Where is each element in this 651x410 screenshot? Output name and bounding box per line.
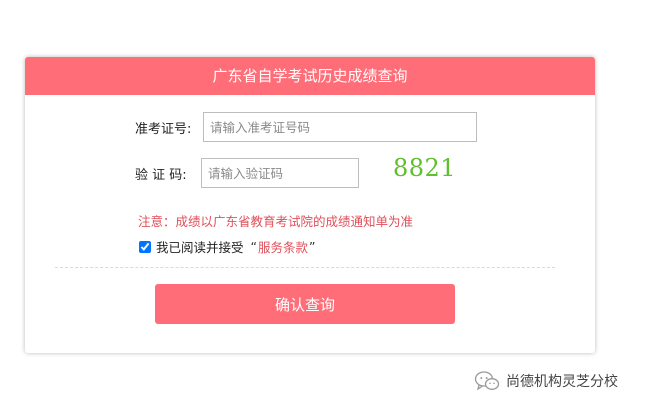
ticket-number-label: 准考证号: — [135, 121, 192, 137]
watermark: 尚德机构灵芝分校 — [474, 370, 618, 392]
verification-code-input[interactable] — [201, 158, 359, 188]
divider — [55, 267, 555, 268]
notice-text: 注意：成绩以广东省教育考试院的成绩通知单为准 — [138, 214, 414, 229]
agree-terms: 我已阅读并接受 “ 服务条款 ” — [138, 237, 317, 256]
submit-button[interactable]: 确认查询 — [155, 284, 455, 324]
page-title: 广东省自学考试历史成绩查询 — [212, 67, 408, 85]
ticket-number-input[interactable] — [203, 112, 477, 142]
watermark-text: 尚德机构灵芝分校 — [506, 374, 618, 390]
quote-close: ” — [309, 239, 316, 254]
captcha-image[interactable]: 8821 — [393, 154, 456, 182]
wechat-icon — [474, 371, 500, 391]
query-card: 广东省自学考试历史成绩查询 准考证号: 验 证 码: 8821 注意：成绩以广东… — [25, 57, 595, 353]
agree-checkbox[interactable] — [139, 240, 151, 253]
page: 广东省自学考试历史成绩查询 准考证号: 验 证 码: 8821 注意：成绩以广东… — [0, 0, 651, 410]
agree-text: 我已阅读并接受 — [156, 240, 244, 255]
ticket-row: 准考证号: — [135, 112, 477, 142]
card-header: 广东省自学考试历史成绩查询 — [25, 57, 595, 95]
quote-open: “ — [250, 239, 257, 254]
verification-code-label: 验 证 码: — [135, 167, 187, 183]
captcha-row: 验 证 码: — [135, 158, 359, 188]
terms-link[interactable]: 服务条款 — [258, 237, 308, 256]
